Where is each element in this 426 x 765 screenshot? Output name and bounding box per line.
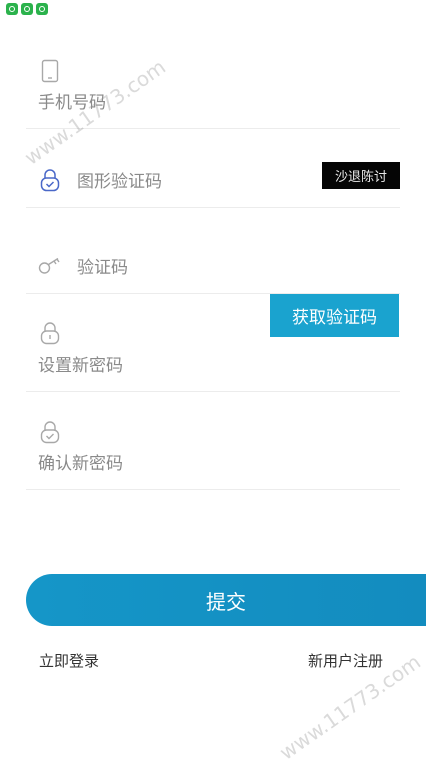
confirm-password-field — [26, 417, 400, 490]
app-notification-icon — [36, 3, 48, 15]
new-password-field — [26, 318, 400, 392]
key-icon — [38, 257, 60, 274]
new-password-input[interactable] — [38, 354, 338, 378]
lock-check-icon — [40, 169, 60, 192]
phone-input[interactable] — [38, 91, 338, 115]
phone-field — [26, 56, 400, 129]
register-link[interactable]: 新用户注册 — [308, 650, 383, 671]
lock-icon — [40, 322, 60, 345]
captcha-image[interactable]: 沙退陈讨 — [322, 162, 400, 189]
confirm-password-input[interactable] — [38, 452, 338, 476]
sms-code-input[interactable] — [77, 256, 257, 280]
lock-check-icon — [40, 421, 60, 444]
status-bar-icons — [6, 3, 48, 15]
sms-code-field — [26, 238, 400, 294]
app-notification-icon — [6, 3, 18, 15]
phone-icon — [41, 59, 59, 83]
app-notification-icon — [21, 3, 33, 15]
login-link[interactable]: 立即登录 — [39, 650, 99, 671]
submit-button[interactable]: 提交 — [26, 574, 426, 626]
captcha-input[interactable] — [77, 170, 307, 194]
